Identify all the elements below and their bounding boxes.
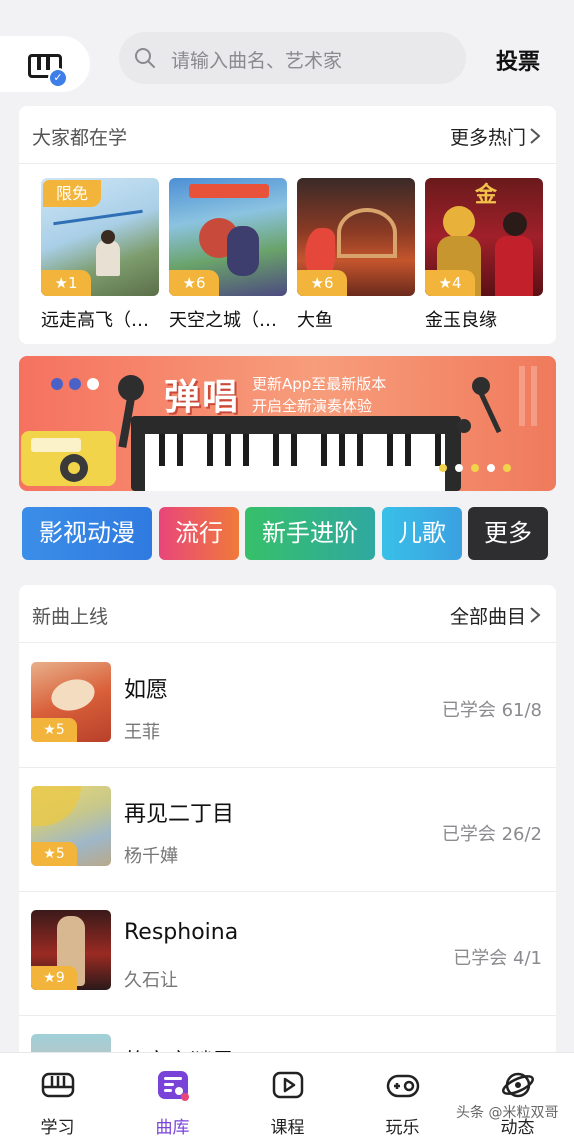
song-title: 再见二丁目 <box>124 802 235 827</box>
popular-section: 大家都在学 更多热门 限免 ★1 远走高飞（… ★6 天空之城（… ★6 大鱼 … <box>19 106 556 344</box>
learned-count: 已学会 4/1 <box>453 948 542 969</box>
popular-header: 大家都在学 更多热门 <box>19 106 556 164</box>
planet-icon <box>502 1072 534 1098</box>
search-bar[interactable]: 请输入曲名、艺术家 <box>119 32 466 84</box>
popular-item[interactable]: 限免 ★1 远走高飞（… <box>41 178 159 332</box>
tab-label: 课程 <box>270 1118 305 1136</box>
song-cover: ★6 <box>297 178 415 296</box>
rating-badge: ★6 <box>169 270 219 296</box>
watermark: 头条 @米粒双哥 <box>456 1105 559 1121</box>
banner-line-1: 更新App至最新版本 <box>252 375 387 393</box>
category-film-anime[interactable]: 影视动漫 <box>22 507 152 560</box>
learned-count: 已学会 26/2 <box>441 824 542 845</box>
song-name: 大鱼 <box>297 310 333 331</box>
new-songs-section: 新曲上线 全部曲目 ★5 如愿 王菲 已学会 61/8 ★5 再见二丁目 杨千嬅… <box>19 585 556 1114</box>
bottom-tab-bar: 学习 曲库 课程 玩乐 动态 <box>0 1052 574 1136</box>
rating-badge: ★9 <box>31 966 77 990</box>
song-title: Resphoina <box>124 920 239 945</box>
chevron-right-icon <box>530 607 541 623</box>
song-artist: 王菲 <box>124 722 160 743</box>
top-header: ✓ 请输入曲名、艺术家 投票 <box>0 30 574 92</box>
new-songs-header: 新曲上线 全部曲目 <box>19 585 556 643</box>
song-row[interactable]: ★5 再见二丁目 杨千嬅 已学会 26/2 <box>19 768 556 892</box>
song-artist: 久石让 <box>124 970 178 991</box>
song-name: 金玉良缘 <box>425 310 497 331</box>
rating-badge: ★5 <box>31 718 77 742</box>
song-name: 天空之城（… <box>169 310 277 331</box>
new-songs-title: 新曲上线 <box>32 606 109 628</box>
video-course-icon <box>272 1071 304 1099</box>
app-logo-badge[interactable]: ✓ <box>0 36 90 92</box>
rating-badge: ★1 <box>41 270 91 296</box>
song-thumbnail: ★5 <box>31 786 111 866</box>
banner-title: 弹唱 <box>164 377 241 418</box>
song-row[interactable]: ★9 Resphoina 久石让 已学会 4/1 <box>19 892 556 1016</box>
learned-count: 已学会 61/8 <box>441 700 542 721</box>
song-row[interactable]: ★5 如愿 王菲 已学会 61/8 <box>19 644 556 768</box>
promo-banner[interactable]: 弹唱 更新App至最新版本 开启全新演奏体验 <box>19 356 556 491</box>
tab-label: 曲库 <box>155 1118 190 1136</box>
song-cover: ★6 <box>169 178 287 296</box>
vote-button[interactable]: 投票 <box>496 44 540 76</box>
rating-badge: ★5 <box>31 842 77 866</box>
verified-check-icon: ✓ <box>48 68 68 88</box>
tab-play[interactable]: 玩乐 <box>345 1053 460 1136</box>
popular-item[interactable]: 金 ★4 金玉良缘 <box>425 178 543 332</box>
free-tag: 限免 <box>43 180 101 207</box>
tab-study[interactable]: 学习 <box>0 1053 115 1136</box>
song-artist: 杨千嬅 <box>124 846 178 867</box>
rating-badge: ★6 <box>297 270 347 296</box>
popular-item[interactable]: ★6 天空之城（… <box>169 178 287 332</box>
song-thumbnail: ★9 <box>31 910 111 990</box>
category-more[interactable]: 更多 <box>468 507 548 560</box>
tab-label: 玩乐 <box>385 1118 420 1136</box>
all-songs-link[interactable]: 全部曲目 <box>450 602 526 629</box>
song-cover: 限免 ★1 <box>41 178 159 296</box>
popular-title: 大家都在学 <box>32 127 128 149</box>
song-name: 远走高飞（… <box>41 310 149 331</box>
music-library-icon <box>158 1071 189 1101</box>
gamepad-icon <box>386 1074 420 1098</box>
song-cover: 金 ★4 <box>425 178 543 296</box>
popular-list: 限免 ★1 远走高飞（… ★6 天空之城（… ★6 大鱼 金 ★4 金玉良缘 <box>19 178 556 338</box>
song-thumbnail: ★5 <box>31 662 111 742</box>
piano-icon <box>41 1072 75 1098</box>
tab-library[interactable]: 曲库 <box>115 1053 230 1136</box>
tab-label: 学习 <box>40 1118 75 1136</box>
category-kids[interactable]: 儿歌 <box>382 507 462 560</box>
search-placeholder: 请输入曲名、艺术家 <box>171 50 343 72</box>
more-popular-link[interactable]: 更多热门 <box>450 123 526 150</box>
search-icon <box>135 48 155 68</box>
tab-courses[interactable]: 课程 <box>230 1053 345 1136</box>
category-pop[interactable]: 流行 <box>159 507 239 560</box>
chevron-right-icon <box>530 128 541 144</box>
tab-feed[interactable]: 动态 <box>460 1053 574 1136</box>
category-beginner[interactable]: 新手进阶 <box>245 507 375 560</box>
song-title: 如愿 <box>124 678 169 703</box>
popular-item[interactable]: ★6 大鱼 <box>297 178 415 332</box>
rating-badge: ★4 <box>425 270 475 296</box>
banner-line-2: 开启全新演奏体验 <box>252 397 373 415</box>
